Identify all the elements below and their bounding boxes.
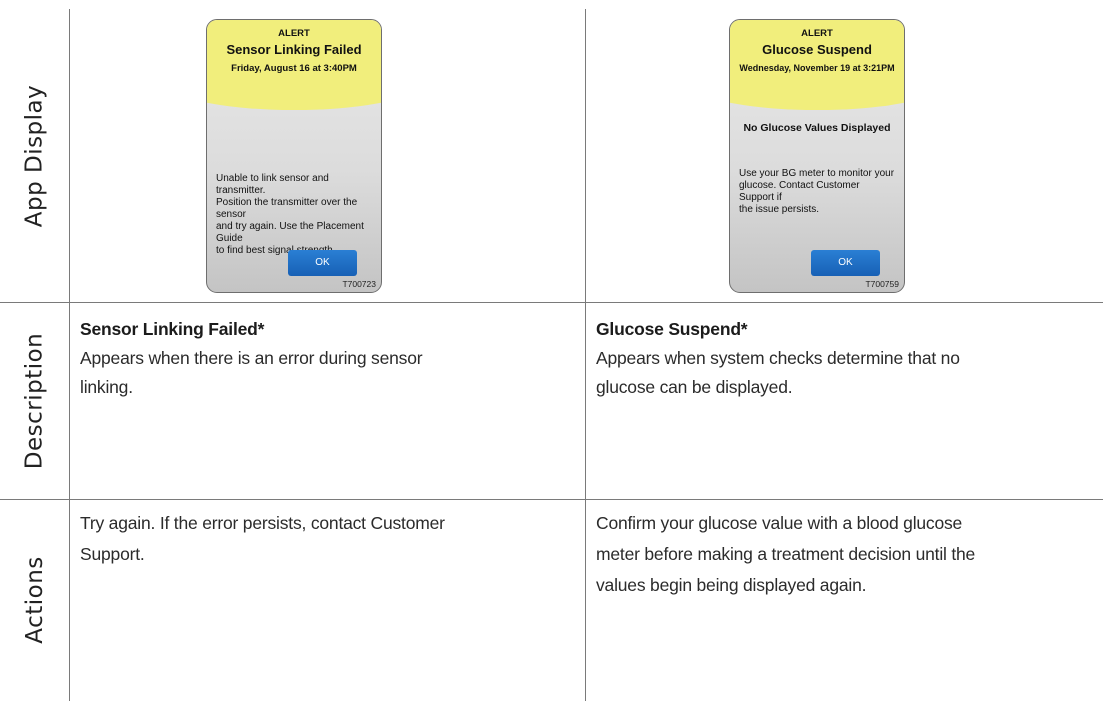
grid-divider-middle <box>585 9 586 701</box>
actions-glucose-suspend: Confirm your glucose value with a blood … <box>596 508 1096 601</box>
figure-code: T700723 <box>342 279 376 289</box>
alert-message: Use your BG meter to monitor your glucos… <box>739 168 896 216</box>
row-label-description: Description <box>0 302 69 499</box>
description-line: linking. <box>80 377 133 397</box>
alert-screen-glucose-suspend: ALERT Glucose Suspend Wednesday, Novembe… <box>729 19 905 293</box>
alert-banner: ALERT Sensor Linking Failed Friday, Augu… <box>207 20 381 110</box>
description-heading: Glucose Suspend* <box>596 319 748 339</box>
grid-divider-row1 <box>0 302 1103 303</box>
description-heading: Sensor Linking Failed* <box>80 319 265 339</box>
action-line: meter before making a treatment decision… <box>596 544 976 564</box>
description-line: glucose can be displayed. <box>596 377 793 397</box>
alert-kicker: ALERT <box>801 28 833 39</box>
alert-message-line: Unable to link sensor and transmitter. <box>216 173 329 196</box>
description-sensor-linking-failed: Sensor Linking Failed* Appears when ther… <box>80 315 575 402</box>
alert-screen-sensor-linking-failed: ALERT Sensor Linking Failed Friday, Augu… <box>206 19 382 293</box>
alert-message-line: Position the transmitter over the sensor <box>216 197 358 220</box>
grid-divider-left <box>69 9 70 701</box>
row-label-app-display: App Display <box>0 9 69 302</box>
ok-button[interactable]: OK <box>288 250 357 276</box>
description-line: Appears when there is an error during se… <box>80 348 423 368</box>
action-line: Confirm your glucose value with a blood … <box>596 513 963 533</box>
alert-kicker: ALERT <box>278 28 310 39</box>
action-line: Support. <box>80 544 145 564</box>
alert-title: Glucose Suspend <box>762 42 872 57</box>
action-line: values begin being displayed again. <box>596 575 867 595</box>
alert-date: Friday, August 16 at 3:40PM <box>231 63 357 74</box>
alert-title: Sensor Linking Failed <box>226 42 362 57</box>
alert-banner: ALERT Glucose Suspend Wednesday, Novembe… <box>730 20 904 110</box>
row-label-description-text: Description <box>21 332 48 469</box>
alert-message-line: and try again. Use the Placement Guide <box>216 221 364 244</box>
alert-message-line: glucose. Contact Customer Support if <box>739 180 860 203</box>
actions-sensor-linking-failed: Try again. If the error persists, contac… <box>80 508 575 570</box>
alert-message: Unable to link sensor and transmitter. P… <box>216 173 373 257</box>
grid-divider-row2 <box>0 499 1103 500</box>
alert-date: Wednesday, November 19 at 3:21PM <box>739 63 895 73</box>
row-label-actions: Actions <box>0 499 69 701</box>
figure-code: T700759 <box>865 279 899 289</box>
action-line: Try again. If the error persists, contac… <box>80 513 445 533</box>
description-glucose-suspend: Glucose Suspend* Appears when system che… <box>596 315 1096 402</box>
row-label-actions-text: Actions <box>21 556 48 644</box>
ok-button[interactable]: OK <box>811 250 880 276</box>
alert-subhead: No Glucose Values Displayed <box>743 122 891 134</box>
alert-message-line: the issue persists. <box>739 204 820 215</box>
description-line: Appears when system checks determine tha… <box>596 348 960 368</box>
alert-message-line: Use your BG meter to monitor your <box>739 168 895 179</box>
row-label-app-display-text: App Display <box>21 84 48 227</box>
